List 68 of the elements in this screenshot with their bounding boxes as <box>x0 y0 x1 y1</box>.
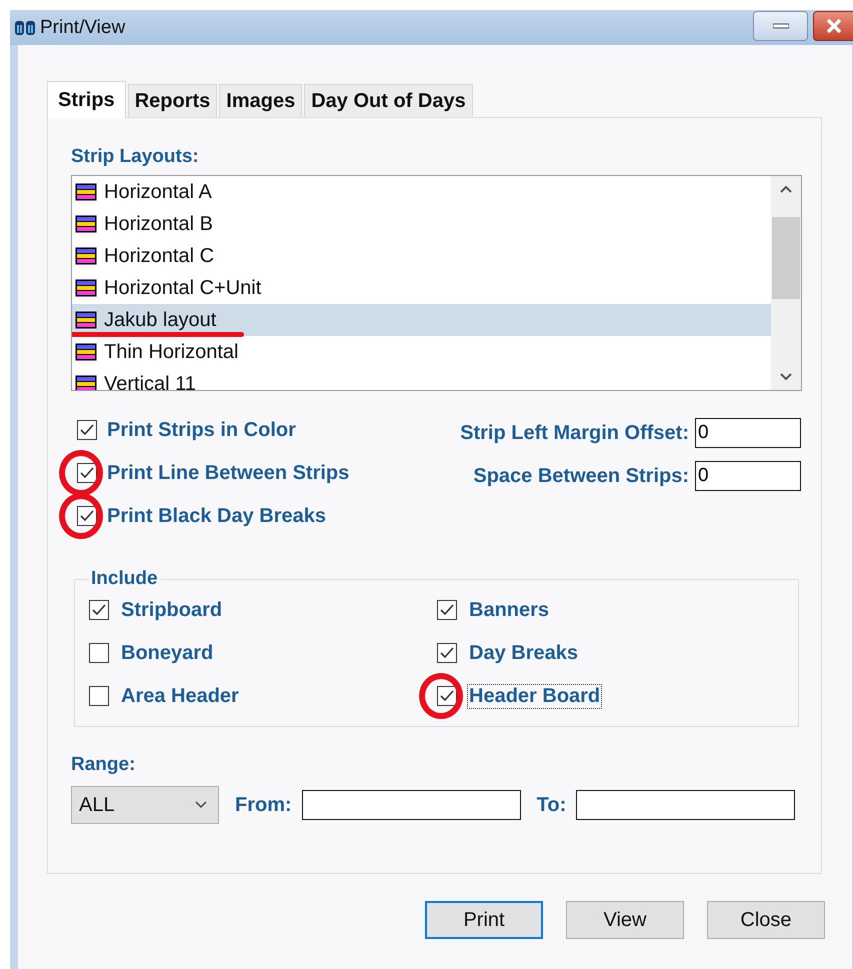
chevron-down-icon <box>194 800 208 810</box>
minimize-icon <box>772 22 788 28</box>
field-label: Space Between Strips: <box>473 464 689 488</box>
tab[interactable]: Day Out of Days <box>304 84 473 117</box>
check-icon <box>439 646 455 660</box>
window-title: Print/View <box>40 16 126 38</box>
group-title: Include <box>90 568 159 590</box>
checkbox-label: Banners <box>468 598 550 622</box>
scrollbar[interactable] <box>771 176 801 390</box>
stripes-icon <box>75 279 97 297</box>
to-field[interactable] <box>576 790 796 820</box>
range-dropdown[interactable]: ALL <box>71 786 219 824</box>
check-icon <box>439 603 455 617</box>
minimize-button[interactable] <box>753 10 808 40</box>
check-icon <box>91 603 107 617</box>
checkbox-label: Stripboard <box>120 598 224 622</box>
tab[interactable]: Images <box>219 84 302 117</box>
number-field[interactable]: 0 <box>695 418 801 448</box>
field-label: From: <box>235 794 292 816</box>
field-label: To: <box>536 794 566 816</box>
close-icon <box>826 18 842 32</box>
dialog-button[interactable]: View <box>566 901 684 939</box>
checkbox[interactable] <box>77 420 97 440</box>
checkbox[interactable] <box>77 463 97 483</box>
checkbox-label: Print Strips in Color <box>107 418 296 442</box>
list-item[interactable]: Horizontal C+Unit <box>72 272 771 304</box>
checkbox[interactable] <box>89 686 109 706</box>
checkbox[interactable] <box>437 686 457 706</box>
checkbox[interactable] <box>89 600 109 620</box>
list-item[interactable]: Horizontal B <box>72 208 771 240</box>
check-icon <box>439 689 455 703</box>
check-icon <box>79 509 95 523</box>
tab[interactable]: Strips <box>47 81 126 118</box>
checkbox-label: Day Breaks <box>468 640 579 666</box>
stripes-icon <box>75 375 97 390</box>
list-item[interactable]: Horizontal C <box>72 240 771 272</box>
list-item[interactable]: Vertical 11 <box>72 368 771 390</box>
stripes-icon <box>75 247 97 265</box>
dialog-button[interactable]: Print <box>425 901 543 939</box>
range-label: Range: <box>71 754 136 776</box>
checkbox-label: Boneyard <box>120 640 214 666</box>
stripes-icon <box>75 215 97 233</box>
checkbox[interactable] <box>89 643 109 663</box>
list-item[interactable]: Jakub layout <box>72 304 771 336</box>
stripes-icon <box>75 343 97 361</box>
checkbox[interactable] <box>437 643 457 663</box>
scroll-up-icon <box>779 184 793 194</box>
checkbox[interactable] <box>77 506 97 526</box>
scroll-thumb[interactable] <box>772 217 800 299</box>
list-item[interactable]: Horizontal A <box>72 176 771 208</box>
scroll-down-icon <box>779 372 793 382</box>
section-label: Strip Layouts: <box>71 146 200 168</box>
list-item[interactable]: Thin Horizontal <box>72 336 771 368</box>
app-logo-icon <box>14 18 36 36</box>
stripes-icon <box>75 183 97 201</box>
checkbox-label: Header Board <box>467 684 602 708</box>
number-field[interactable]: 0 <box>695 461 801 491</box>
check-icon <box>79 466 95 480</box>
dialog-button[interactable]: Close <box>707 901 825 939</box>
stripes-icon <box>75 311 97 329</box>
from-field[interactable] <box>302 790 521 820</box>
field-label: Strip Left Margin Offset: <box>460 422 689 444</box>
checkbox-label: Print Line Between Strips <box>107 462 350 484</box>
checkbox[interactable] <box>437 600 457 620</box>
tab[interactable]: Reports <box>128 84 218 117</box>
checkbox-label: Print Black Day Breaks <box>107 504 326 528</box>
checkbox-label: Area Header <box>120 684 240 708</box>
check-icon <box>79 423 95 437</box>
